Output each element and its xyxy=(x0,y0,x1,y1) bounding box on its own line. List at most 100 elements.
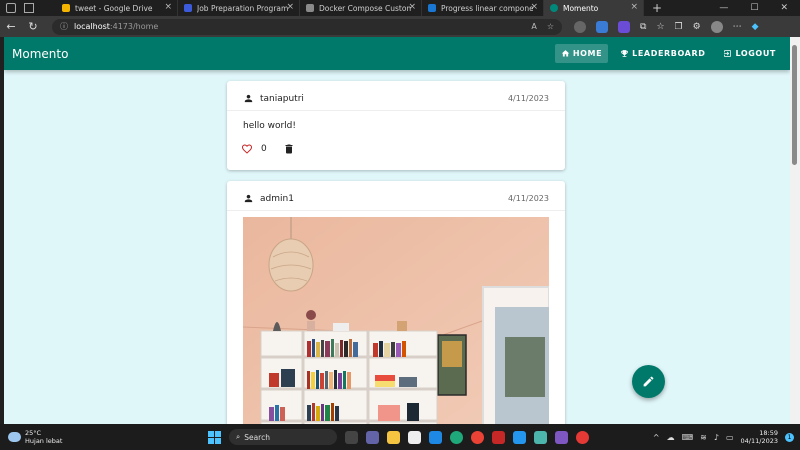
maximize-icon[interactable]: ☐ xyxy=(750,3,758,13)
split-screen-icon[interactable]: ⧉ xyxy=(640,22,646,32)
close-icon[interactable]: × xyxy=(630,2,638,12)
nav-logout-button[interactable]: LOGOUT xyxy=(717,44,782,63)
heart-outline-icon[interactable] xyxy=(241,143,253,155)
post-header: admin1 4/11/2023 xyxy=(227,181,565,211)
extension-icon[interactable] xyxy=(574,20,586,33)
taskbar-apps xyxy=(345,430,589,444)
address-bar[interactable]: ⓘ localhost:4173/home A ☆ xyxy=(52,18,562,35)
taskbar-search[interactable]: ⌕ Search xyxy=(229,429,337,445)
url-path: :4173/home xyxy=(109,22,159,31)
collections-icon[interactable]: ❐ xyxy=(675,22,683,32)
main-nav: HOME LEADERBOARD LOGOUT xyxy=(554,44,782,63)
home-icon xyxy=(561,50,570,57)
battery-icon[interactable]: ▭ xyxy=(726,433,734,442)
chrome-icon[interactable] xyxy=(471,430,484,444)
close-icon[interactable]: × xyxy=(408,2,416,12)
profile-avatar[interactable] xyxy=(710,20,723,33)
logout-icon xyxy=(724,50,732,57)
url-host: localhost xyxy=(74,22,110,31)
edge-icon[interactable] xyxy=(450,430,463,444)
nav-leaderboard-button[interactable]: LEADERBOARD xyxy=(614,44,711,63)
page-scrollbar[interactable] xyxy=(790,37,800,424)
weather-desc: Hujan lebat xyxy=(25,437,63,445)
reload-icon[interactable]: ↻ xyxy=(22,20,44,33)
pencil-icon xyxy=(643,376,654,387)
extension-icon[interactable] xyxy=(618,20,630,33)
browser-toolbar: ← ↻ ⓘ localhost:4173/home A ☆ ⧉ ☆ ❐ ⚙ ⋯ … xyxy=(0,16,800,37)
app-icon[interactable] xyxy=(534,430,547,444)
nav-home-button[interactable]: HOME xyxy=(554,44,609,63)
notion-icon[interactable] xyxy=(408,430,421,444)
post-date: 4/11/2023 xyxy=(507,94,549,103)
app-icon[interactable] xyxy=(555,430,568,444)
tab-actions-icon[interactable] xyxy=(24,3,34,13)
cloud-icon[interactable]: ☁ xyxy=(667,433,675,442)
app-icon[interactable] xyxy=(576,430,589,444)
workspaces-icon[interactable] xyxy=(6,3,16,13)
vscode-icon[interactable] xyxy=(429,430,442,444)
search-icon: ⌕ xyxy=(236,432,241,441)
post-date: 4/11/2023 xyxy=(507,194,549,203)
app-viewport: Momento HOME LEADERBOARD LOGOUT taniaput… xyxy=(4,37,790,424)
weather-widget[interactable]: 25°C Hujan lebat xyxy=(0,429,200,445)
post-image xyxy=(243,217,549,424)
browser-tab-strip: tweet - Google Drive × Job Preparation P… xyxy=(0,0,800,16)
post-username: admin1 xyxy=(260,193,294,204)
notification-badge[interactable]: 1 xyxy=(785,432,794,442)
wifi-icon[interactable]: ≋ xyxy=(700,433,707,442)
info-icon[interactable]: ⓘ xyxy=(60,21,68,32)
user-icon xyxy=(244,94,253,103)
tab-google-drive[interactable]: tweet - Google Drive × xyxy=(56,0,178,16)
docker-icon[interactable] xyxy=(513,430,526,444)
clock[interactable]: 18:59 04/11/2023 xyxy=(741,429,778,445)
weather-temp: 25°C xyxy=(25,429,42,437)
read-aloud-icon[interactable]: A xyxy=(531,22,536,31)
google-drive-icon xyxy=(62,4,70,12)
vuetify-icon xyxy=(428,4,436,12)
menu-icon[interactable]: ⋯ xyxy=(733,22,742,32)
window-controls: — ☐ ✕ xyxy=(719,3,800,13)
copilot-icon[interactable]: ◆ xyxy=(752,22,759,32)
app-bar: Momento HOME LEADERBOARD LOGOUT xyxy=(4,37,790,70)
tab-job-preparation[interactable]: Job Preparation Program Max × xyxy=(178,0,300,16)
post-text: hello world! xyxy=(243,121,296,131)
momento-icon xyxy=(550,4,558,12)
start-button[interactable] xyxy=(208,430,221,444)
like-count: 0 xyxy=(261,144,267,154)
browser-extensions: ⧉ ☆ ❐ ⚙ ⋯ ◆ xyxy=(574,20,759,33)
site-icon xyxy=(184,4,192,12)
file-explorer-icon[interactable] xyxy=(387,430,400,444)
todo-icon[interactable] xyxy=(492,430,505,444)
favorite-star-icon[interactable]: ☆ xyxy=(547,22,554,31)
post-header: taniaputri 4/11/2023 xyxy=(227,81,565,111)
favorites-icon[interactable]: ☆ xyxy=(656,22,664,32)
minimize-icon[interactable]: — xyxy=(719,3,728,13)
teams-icon[interactable] xyxy=(366,430,379,444)
task-view-icon[interactable] xyxy=(345,430,358,444)
extension-icon[interactable] xyxy=(596,20,608,33)
chevron-up-icon[interactable]: ^ xyxy=(653,433,660,442)
app-brand[interactable]: Momento xyxy=(12,47,68,61)
tab-progress-linear[interactable]: Progress linear component — V × xyxy=(422,0,544,16)
extensions-icon[interactable]: ⚙ xyxy=(693,22,701,32)
rain-cloud-icon xyxy=(8,432,21,442)
windows-taskbar: 25°C Hujan lebat ⌕ Search ^ ☁ ⌨ ≋ ♪ ▭ 18… xyxy=(0,424,800,450)
tab-momento[interactable]: Momento × xyxy=(544,0,644,16)
window-icons xyxy=(0,3,56,13)
create-post-button[interactable] xyxy=(632,365,665,398)
trash-icon[interactable] xyxy=(283,143,295,155)
close-icon[interactable]: × xyxy=(530,2,538,12)
post-actions: 0 xyxy=(227,141,565,157)
new-tab-icon[interactable]: + xyxy=(644,1,662,15)
scrollbar-thumb[interactable] xyxy=(792,45,797,165)
close-icon[interactable]: × xyxy=(164,2,172,12)
close-window-icon[interactable]: ✕ xyxy=(780,3,788,13)
language-icon[interactable]: ⌨ xyxy=(682,433,694,442)
user-icon xyxy=(244,194,253,203)
close-icon[interactable]: × xyxy=(286,2,294,12)
back-icon[interactable]: ← xyxy=(0,20,22,33)
volume-icon[interactable]: ♪ xyxy=(714,433,719,442)
site-icon xyxy=(306,4,314,12)
tab-docker-compose[interactable]: Docker Compose Custom Netw × xyxy=(300,0,422,16)
post-username: taniaputri xyxy=(260,93,304,104)
